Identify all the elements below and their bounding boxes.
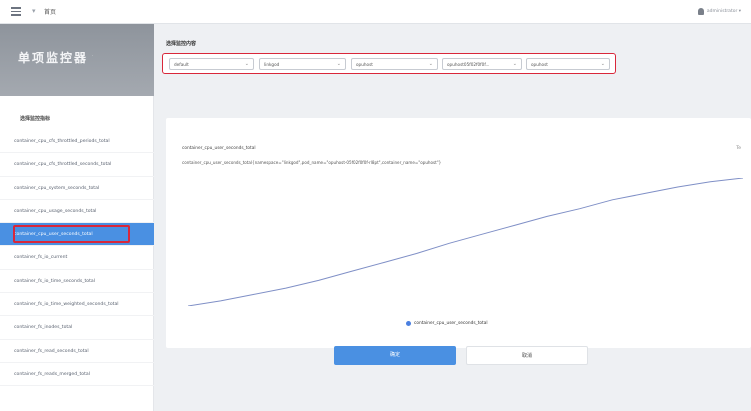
chevron-down-icon: ⌄ <box>336 61 341 67</box>
metric-item-label: container_cpu_cfs_throttled_seconds_tota… <box>14 162 112 168</box>
metric-item-label: container_fs_inodes_total <box>14 325 73 331</box>
chevron-down-icon: ⌄ <box>428 61 433 67</box>
metric-item-label: container_fs_io_current <box>14 255 68 261</box>
selector-group: default ⌄ linkgod ⌄ opuhost ⌄ opuhost05f02f… <box>162 53 616 74</box>
select-namespace[interactable]: linkgod ⌄ <box>259 58 346 70</box>
metric-list: container_cpu_cfs_throttled_periods_tota… <box>0 130 154 387</box>
selection-highlight <box>13 225 130 244</box>
series-line-0 <box>188 178 743 306</box>
metric-item-label: container_fs_reads_merged_total <box>14 371 90 377</box>
line-chart <box>188 178 743 306</box>
legend-marker <box>406 321 411 326</box>
selector-label: 选择监控内容 <box>166 41 197 47</box>
metric-item-label: container_fs_io_time_seconds_total <box>14 278 96 284</box>
metric-item[interactable]: container_fs_io_time_weighted_seconds_to… <box>0 293 154 317</box>
select-value: linkgod <box>264 62 280 67</box>
user-name: administrator ▾ <box>706 9 741 14</box>
brand-title: 单项监控器 <box>18 51 89 65</box>
metric-item[interactable]: container_cpu_system_seconds_total <box>0 177 154 200</box>
cancel-button[interactable]: 取消 <box>466 346 588 365</box>
metric-list-heading: 选择监控指标 <box>20 116 51 122</box>
action-buttons: 确定 取消 <box>154 346 751 366</box>
metric-item[interactable]: container_fs_reads_merged_total <box>0 363 154 387</box>
chart-action[interactable]: Te <box>736 146 741 151</box>
chevron-down-icon: ⌄ <box>600 61 605 67</box>
chevron-down-icon: ⌄ <box>244 61 249 67</box>
metric-item[interactable]: container_fs_io_current <box>0 246 154 270</box>
metric-item[interactable]: container_cpu_cfs_throttled_seconds_tota… <box>0 153 154 177</box>
select-value: opuhost05f02f0f0f... <box>447 62 490 67</box>
chevron-down-icon: ⌄ <box>512 61 517 67</box>
metric-item-label: container_cpu_system_seconds_total <box>14 185 100 191</box>
metric-item-label: container_cpu_usage_seconds_total <box>14 208 97 214</box>
select-value: opuhost <box>356 62 373 67</box>
main-content: 选择监控内容 default ⌄ linkgod ⌄ opuhost ⌄ opuhos… <box>154 24 751 411</box>
chart-metric-query: container_cpu_user_seconds_total{namespa… <box>182 160 442 165</box>
user-menu[interactable]: administrator ▾ <box>697 8 741 15</box>
breadcrumb[interactable]: 首页 <box>44 7 56 16</box>
select-pod[interactable]: opuhost05f02f0f0f... ⌄ <box>442 58 522 70</box>
confirm-button[interactable]: 确定 <box>334 346 456 365</box>
brand-subtitle: · <box>92 54 94 59</box>
metric-item-label: container_cpu_cfs_throttled_periods_tota… <box>14 139 110 144</box>
chevron-down-icon[interactable]: ▾ <box>32 7 36 15</box>
chart-metric-name: container_cpu_user_seconds_total <box>182 146 256 151</box>
select-container[interactable]: opuhost ⌄ <box>526 58 610 70</box>
metric-item[interactable]: container_cpu_usage_seconds_total <box>0 200 154 224</box>
brand-banner: 单项监控器 · <box>0 24 154 96</box>
select-value: opuhost <box>531 62 548 67</box>
chart-card: container_cpu_user_seconds_total contain… <box>166 118 751 348</box>
top-bar: ▾ 首页 administrator ▾ <box>0 0 751 24</box>
metric-item[interactable]: container_cpu_cfs_throttled_periods_tota… <box>0 130 154 154</box>
metric-item-label: container_fs_read_seconds_total <box>14 348 89 354</box>
metric-item[interactable]: container_fs_inodes_total <box>0 316 154 340</box>
metric-item-label: container_fs_io_time_weighted_seconds_to… <box>14 302 119 308</box>
select-workload[interactable]: opuhost ⌄ <box>351 58 438 70</box>
metric-item[interactable]: container_fs_io_time_seconds_total <box>0 270 154 294</box>
select-value: default <box>174 62 189 67</box>
menu-icon[interactable] <box>11 7 21 16</box>
metric-item[interactable]: container_fs_read_seconds_total <box>0 340 154 363</box>
select-cluster[interactable]: default ⌄ <box>169 58 254 70</box>
metric-item-selected[interactable]: container_cpu_user_seconds_total <box>0 223 154 247</box>
legend-label: container_cpu_user_seconds_total <box>414 321 488 326</box>
chart-legend[interactable]: container_cpu_user_seconds_total <box>406 321 488 326</box>
user-icon <box>697 8 704 15</box>
sidebar: 单项监控器 · 选择监控指标 container_cpu_cfs_throttl… <box>0 24 154 411</box>
